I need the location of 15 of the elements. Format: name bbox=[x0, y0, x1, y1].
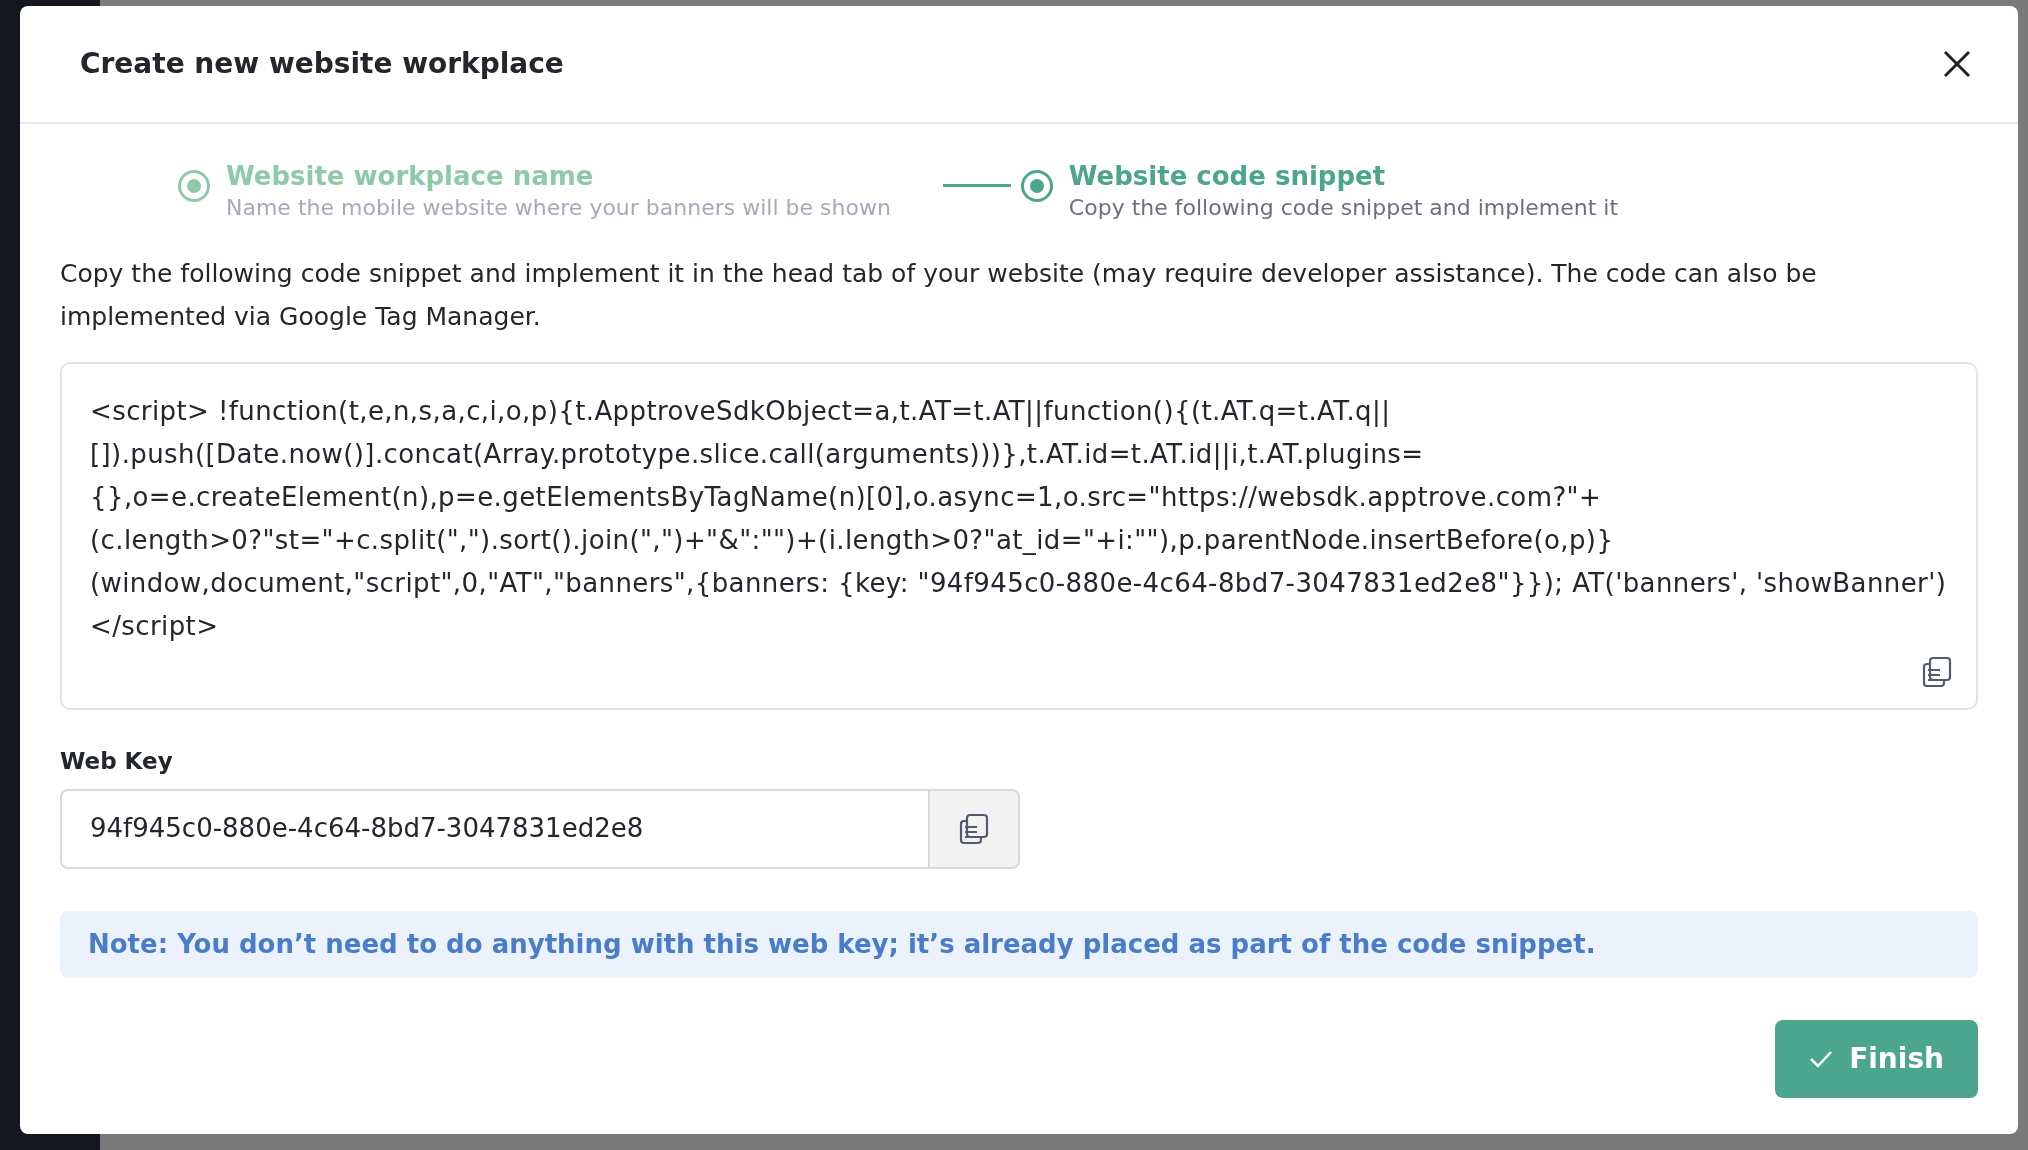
step-title: Website workplace name bbox=[226, 160, 595, 193]
copy-button[interactable] bbox=[928, 788, 1020, 869]
step-subtitle: Copy the following code snippet and implement it bbox=[1068, 193, 1619, 222]
instruction-text: Copy the following code snippet and implement it in the head tab of your website (may require developer assistance). The code can also be implemented via Google Tag Manager. bbox=[60, 258, 1818, 334]
step-subtitle: Name the mobile website where your banners will be shown bbox=[226, 193, 891, 222]
dialog-title: Create new website workplace bbox=[80, 47, 564, 81]
field-label: Web Key bbox=[60, 747, 174, 777]
note-alert: Note: You don’t need to do anything with this web key; it’s already placed as part of the code snippet. bbox=[60, 910, 1978, 978]
copy-icon bbox=[959, 812, 989, 845]
code-snippet-box[interactable] bbox=[60, 362, 1978, 711]
web-key-field[interactable]: 94f945c0-880e-4c64-8bd7-3047831ed2e8 bbox=[60, 788, 928, 869]
copy-icon bbox=[1922, 656, 1952, 689]
code-snippet-text: <script> !function(t,e,n,s,a,c,i,o,p){t.ApptroveSdkObject=a,t.AT=t.AT||function(){(t.AT.q=t.AT.q|| []).push([Date.now()].concat(Array.prototype.slice.call(arguments)))},t.AT.id=t.AT.id||i,t.AT.plugins= {},o=e.createElement(n),p=e.getElementsByTagName(n)[0],o.async=1,o.src="https://websdk.apptrove.com?"+ (c.length>0?"st="+c.split(",").sort().join(",")+"&":"")+(i.length>0?"at_id="+i:""),p.parentNode.insertBefore(o,p)} (window,document,"script",0,"AT","banners",{banners: {key: "94f945c0-880e-4c64-8bd7-3047831ed2e8"}}); AT('banners', 'showBanner') </script> bbox=[90, 395, 1948, 644]
copy-button[interactable] bbox=[1922, 656, 1952, 689]
step-title: Website code snippet bbox=[1068, 160, 1387, 193]
